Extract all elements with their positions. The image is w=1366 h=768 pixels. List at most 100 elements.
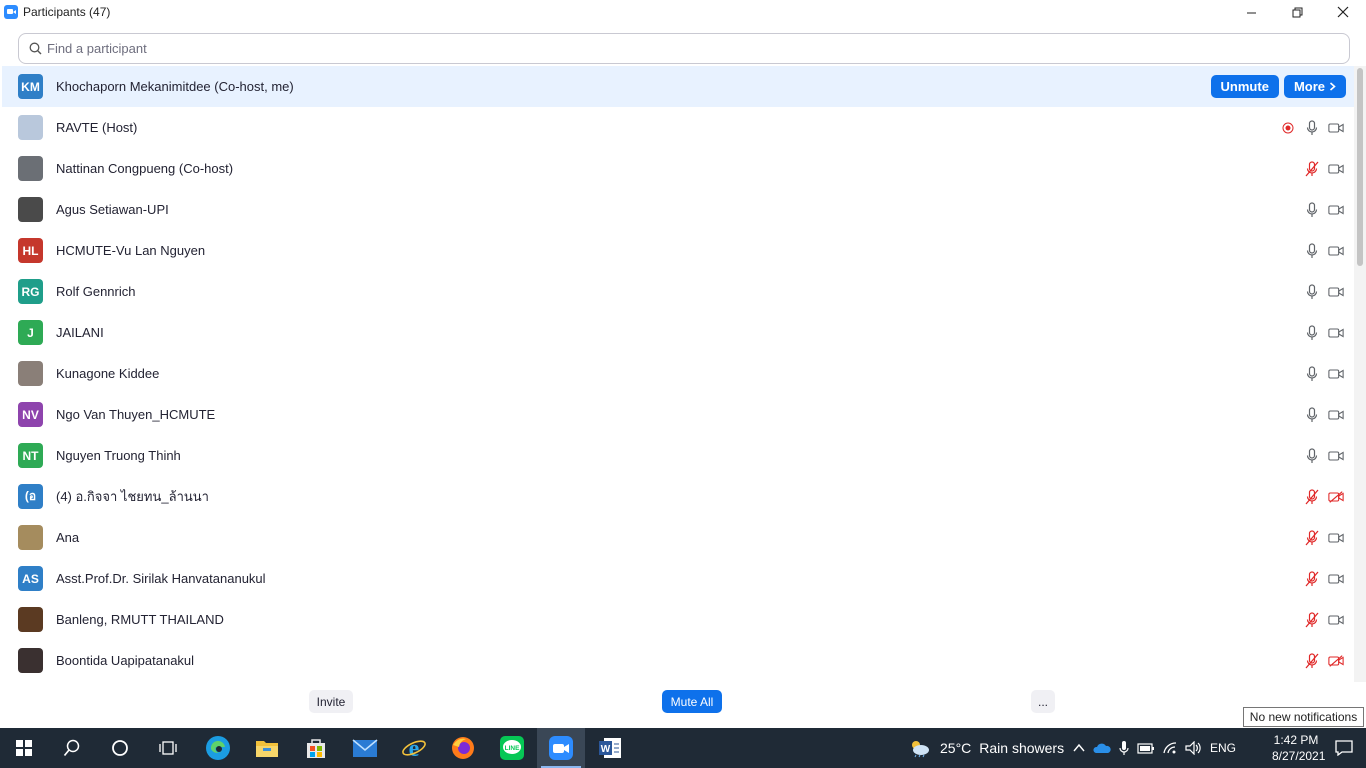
- store-taskbar-button[interactable]: [292, 728, 340, 768]
- speaker-icon[interactable]: [1185, 741, 1203, 755]
- participant-name: Banleng, RMUTT THAILAND: [56, 612, 224, 627]
- video-camera-icon[interactable]: [1328, 612, 1344, 628]
- scroll-thumb[interactable]: [1357, 68, 1363, 266]
- restore-icon: [1292, 7, 1302, 17]
- participant-row[interactable]: RAVTE (Host): [0, 107, 1354, 148]
- participant-row[interactable]: AS Asst.Prof.Dr. Sirilak Hanvatananukul: [0, 558, 1354, 599]
- microphone-icon[interactable]: [1304, 365, 1320, 382]
- mail-taskbar-button[interactable]: [341, 728, 389, 768]
- video-camera-icon[interactable]: [1328, 366, 1344, 382]
- edge-taskbar-button[interactable]: [194, 728, 242, 768]
- video-camera-icon[interactable]: [1328, 448, 1344, 464]
- video-camera-icon[interactable]: [1328, 530, 1344, 546]
- participant-list[interactable]: KM Khochaporn Mekanimitdee (Co-host, me) U…: [0, 66, 1354, 682]
- mic-muted-icon[interactable]: [1304, 611, 1320, 628]
- wifi-icon[interactable]: [1162, 741, 1178, 755]
- participant-status-icons: [1304, 312, 1344, 353]
- avatar-initials: (อ: [24, 489, 37, 503]
- taskbar: e LINE W 25°C Rain showers ENG 1:42 PM 8…: [0, 728, 1366, 768]
- participant-name: Nguyen Truong Thinh: [56, 448, 181, 463]
- participant-row[interactable]: NV Ngo Van Thuyen_HCMUTE: [0, 394, 1354, 435]
- video-camera-icon[interactable]: [1328, 284, 1344, 300]
- video-camera-icon[interactable]: [1328, 120, 1344, 136]
- line-taskbar-button[interactable]: LINE: [488, 728, 536, 768]
- video-off-icon[interactable]: [1328, 489, 1344, 505]
- participant-row[interactable]: Nattinan Congpueng (Co-host): [0, 148, 1354, 189]
- mute-all-button[interactable]: Mute All: [662, 690, 722, 713]
- restore-button[interactable]: [1274, 0, 1320, 24]
- participant-row[interactable]: KM Khochaporn Mekanimitdee (Co-host, me) U…: [2, 66, 1354, 107]
- participant-row[interactable]: Kunagone Kiddee: [0, 353, 1354, 394]
- minimize-button[interactable]: [1228, 0, 1274, 24]
- participant-row[interactable]: NT Nguyen Truong Thinh: [0, 435, 1354, 476]
- mic-muted-icon[interactable]: [1304, 160, 1320, 177]
- word-taskbar-button[interactable]: W: [586, 728, 634, 768]
- onedrive-icon[interactable]: [1093, 741, 1111, 755]
- mic-muted-icon[interactable]: [1304, 652, 1320, 669]
- unmute-button[interactable]: Unmute: [1210, 75, 1279, 98]
- video-camera-icon[interactable]: [1328, 243, 1344, 259]
- window-title: Participants (47): [23, 5, 111, 19]
- cortana-button[interactable]: [96, 728, 144, 768]
- participant-row[interactable]: (อ (4) อ.กิจจา ไชยทน_ล้านนา: [0, 476, 1354, 517]
- microphone-icon[interactable]: [1304, 201, 1320, 218]
- file-explorer-taskbar-button[interactable]: [243, 728, 291, 768]
- participant-row[interactable]: Banleng, RMUTT THAILAND: [0, 599, 1354, 640]
- video-camera-icon[interactable]: [1328, 407, 1344, 423]
- internet-explorer-taskbar-button[interactable]: e: [390, 728, 438, 768]
- invite-button[interactable]: Invite: [309, 690, 353, 713]
- participant-status-icons: [1304, 271, 1344, 312]
- video-camera-icon[interactable]: [1328, 325, 1344, 341]
- task-view-button[interactable]: [144, 728, 192, 768]
- microphone-icon[interactable]: [1304, 283, 1320, 300]
- action-center-button[interactable]: [1322, 728, 1366, 768]
- participant-status-icons: [1280, 107, 1344, 148]
- scrollbar[interactable]: [1354, 66, 1366, 682]
- participant-row[interactable]: J JAILANI: [0, 312, 1354, 353]
- search-input[interactable]: [47, 41, 1327, 56]
- weather-widget[interactable]: 25°C Rain showers: [908, 728, 1064, 768]
- taskbar-clock[interactable]: 1:42 PM 8/27/2021: [1272, 732, 1325, 764]
- mic-muted-icon[interactable]: [1304, 570, 1320, 587]
- microphone-icon[interactable]: [1304, 324, 1320, 341]
- video-camera-icon[interactable]: [1328, 161, 1344, 177]
- firefox-taskbar-button[interactable]: [439, 728, 487, 768]
- mic-muted-icon[interactable]: [1304, 529, 1320, 546]
- video-off-icon[interactable]: [1328, 653, 1344, 669]
- input-language[interactable]: ENG: [1210, 741, 1236, 755]
- participant-status-icons: [1304, 517, 1344, 558]
- chevron-right-icon: [1325, 82, 1336, 91]
- participant-actions: Unmute More: [1210, 75, 1346, 98]
- search-box[interactable]: [18, 33, 1350, 64]
- participant-name: Khochaporn Mekanimitdee (Co-host, me): [56, 79, 294, 94]
- microphone-icon[interactable]: [1118, 740, 1130, 756]
- participant-row[interactable]: RG Rolf Gennrich: [0, 271, 1354, 312]
- search-taskbar-button[interactable]: [48, 728, 96, 768]
- avatar: HL: [18, 238, 43, 263]
- microphone-icon[interactable]: [1304, 447, 1320, 464]
- edge-icon: [206, 736, 230, 760]
- avatar-initials: RG: [21, 284, 40, 299]
- start-button[interactable]: [0, 728, 48, 768]
- zoom-taskbar-button[interactable]: [537, 728, 585, 768]
- more-button[interactable]: More: [1283, 75, 1346, 98]
- avatar: [18, 607, 43, 632]
- more-options-button[interactable]: ...: [1031, 690, 1055, 713]
- participant-row[interactable]: HL HCMUTE-Vu Lan Nguyen: [0, 230, 1354, 271]
- microphone-icon[interactable]: [1304, 242, 1320, 259]
- avatar-initials: NV: [22, 407, 39, 422]
- participant-row[interactable]: Ana: [0, 517, 1354, 558]
- mic-muted-icon[interactable]: [1304, 488, 1320, 505]
- participant-name: Nattinan Congpueng (Co-host): [56, 161, 234, 176]
- avatar: RG: [18, 279, 43, 304]
- microphone-icon[interactable]: [1304, 406, 1320, 423]
- participant-row[interactable]: Boontida Uapipatanakul: [0, 640, 1354, 681]
- battery-icon[interactable]: [1137, 741, 1155, 755]
- close-button[interactable]: [1320, 0, 1366, 24]
- video-camera-icon[interactable]: [1328, 571, 1344, 587]
- video-camera-icon[interactable]: [1328, 202, 1344, 218]
- participant-row[interactable]: Agus Setiawan-UPI: [0, 189, 1354, 230]
- microphone-icon[interactable]: [1304, 119, 1320, 136]
- chevron-up-icon[interactable]: [1072, 741, 1086, 755]
- participant-name: Rolf Gennrich: [56, 284, 136, 299]
